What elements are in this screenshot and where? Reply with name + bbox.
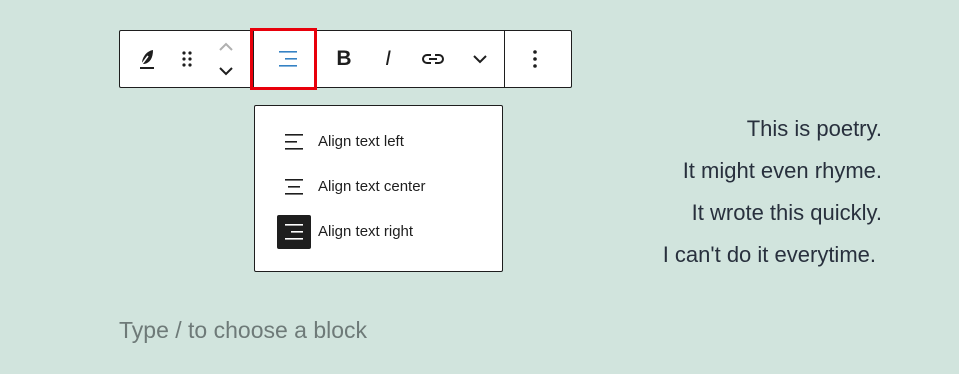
more-rich-text-button[interactable] [456,31,504,87]
link-button[interactable] [410,31,456,87]
block-toolbar: B I [119,30,572,88]
chevron-down-icon [472,54,488,64]
link-icon [421,51,445,67]
move-down-button[interactable] [211,59,241,83]
bold-button[interactable]: B [322,31,366,87]
align-left-icon [277,125,311,159]
vertical-ellipsis-icon [532,49,538,69]
italic-icon: I [385,47,391,70]
align-right-icon [276,47,300,71]
align-left-option[interactable]: Align text left [255,119,502,164]
toolbar-group-block [120,31,253,87]
move-up-button[interactable] [211,35,241,59]
poem-line: This is poetry. [746,116,882,141]
align-center-label: Align text center [318,178,426,195]
toolbar-group-format: B I [253,31,504,87]
poem-line: I can't do it everytime. [662,242,876,267]
toolbar-group-options [504,31,564,87]
align-dropdown: Align text left Align text center Align … [254,105,503,272]
align-left-label: Align text left [318,133,404,150]
chevron-down-icon [218,66,234,76]
align-right-label: Align text right [318,223,414,240]
align-right-option[interactable]: Align text right [255,209,502,254]
options-button[interactable] [505,31,564,87]
drag-dots-icon [181,50,193,68]
align-right-icon [277,214,311,249]
align-button[interactable] [254,31,322,87]
block-type-button[interactable] [120,31,176,87]
block-placeholder[interactable]: Type / to choose a block [119,317,367,344]
chevron-up-icon [218,42,234,52]
drag-handle[interactable] [176,31,198,87]
mover [198,31,253,87]
align-center-option[interactable]: Align text center [255,164,502,209]
italic-button[interactable]: I [366,31,410,87]
bold-icon: B [336,47,352,70]
poem-line: It wrote this quickly. [691,200,882,225]
feather-icon [138,48,158,70]
poem-line: It might even rhyme. [682,158,882,183]
poem-block[interactable]: This is poetry. It might even rhyme. It … [560,108,882,276]
align-center-icon [277,170,311,204]
